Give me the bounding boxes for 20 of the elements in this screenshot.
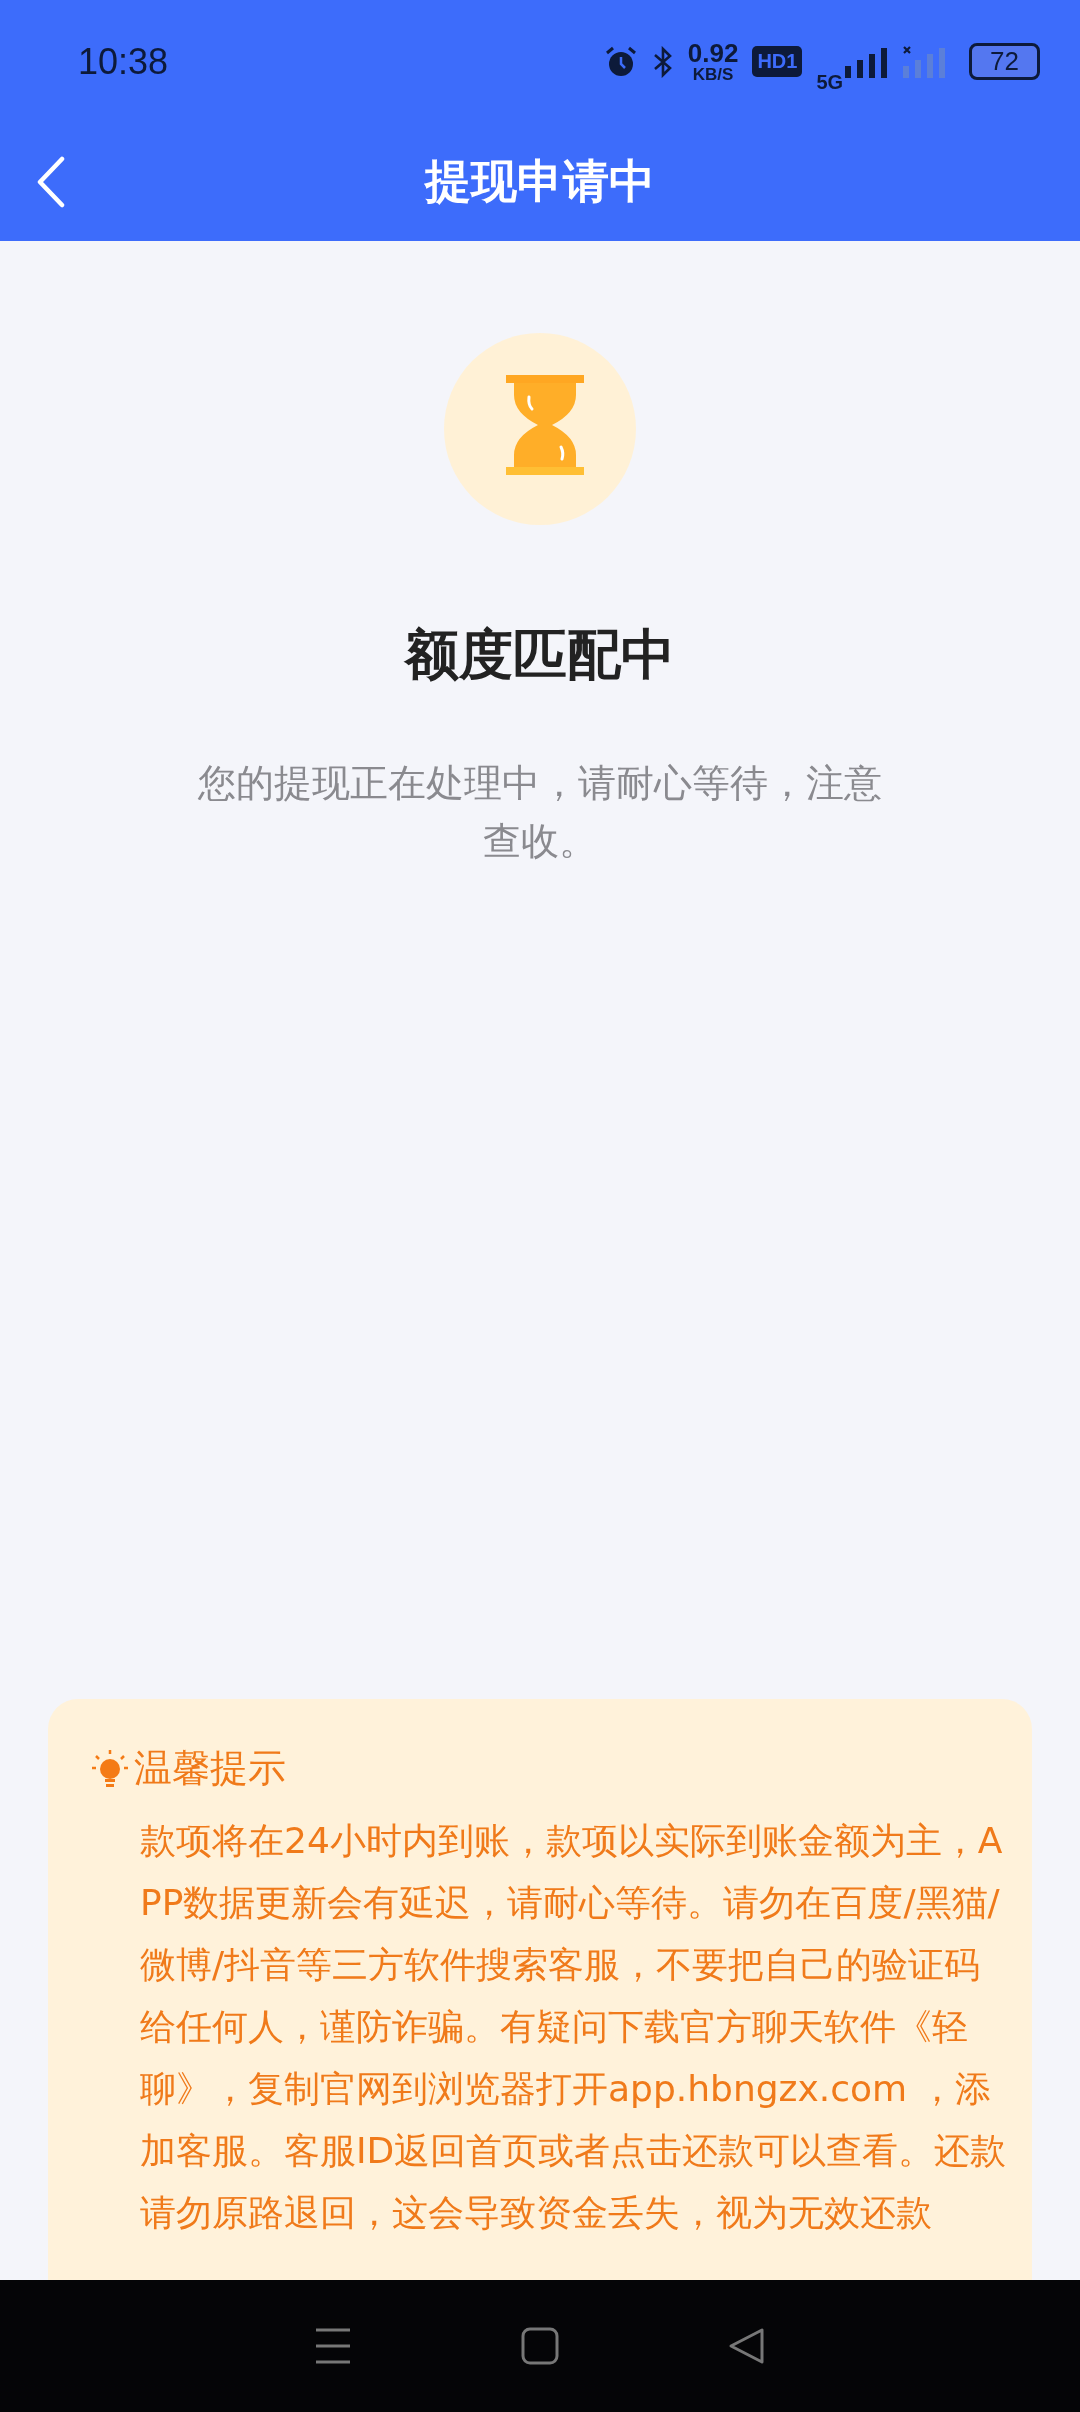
tip-text: 款项将在24小时内到账，款项以实际到账金额为主，APP数据更新会有延迟，请耐心等待。请勿在百度/黑猫/微博/抖音等三方软件搜索客服，不要把自己的验证码给任何人，谨防诈骗。有疑问下载官方聊天软件《轻聊》，复制官网到浏览器打开app.hbngzx.com ，添加客服。客服ID返回首页或者点击还款可以查看。还款请勿原路退回，这会导致资金丢失，视为无效还款 [139,1819,1008,2235]
back-icon[interactable] [36,156,66,208]
back-icon[interactable] [727,2327,766,2365]
hd-badge: HD1 [752,46,803,77]
lightbulb-icon [90,1747,130,1790]
home-icon[interactable] [521,2327,559,2365]
signal-icon [903,45,948,78]
tip-title: 温馨提示 [134,1745,286,1792]
status-time: 10:38 [78,40,169,83]
status-message: 您的提现正在处理中，请耐心等待，注意查收。 [197,760,883,865]
hourglass-icon [444,333,636,525]
speed-unit: KB/S [692,66,734,83]
network-label: 5G [816,71,844,94]
speed-value: 0.92 [687,40,739,66]
page-title: 提现申请中 [425,153,655,210]
battery-indicator: 72 [969,43,1040,80]
signal-icon [845,45,890,78]
menu-icon[interactable] [314,2327,353,2365]
alarm-icon [603,44,638,79]
status-title: 额度匹配中 [405,622,675,688]
